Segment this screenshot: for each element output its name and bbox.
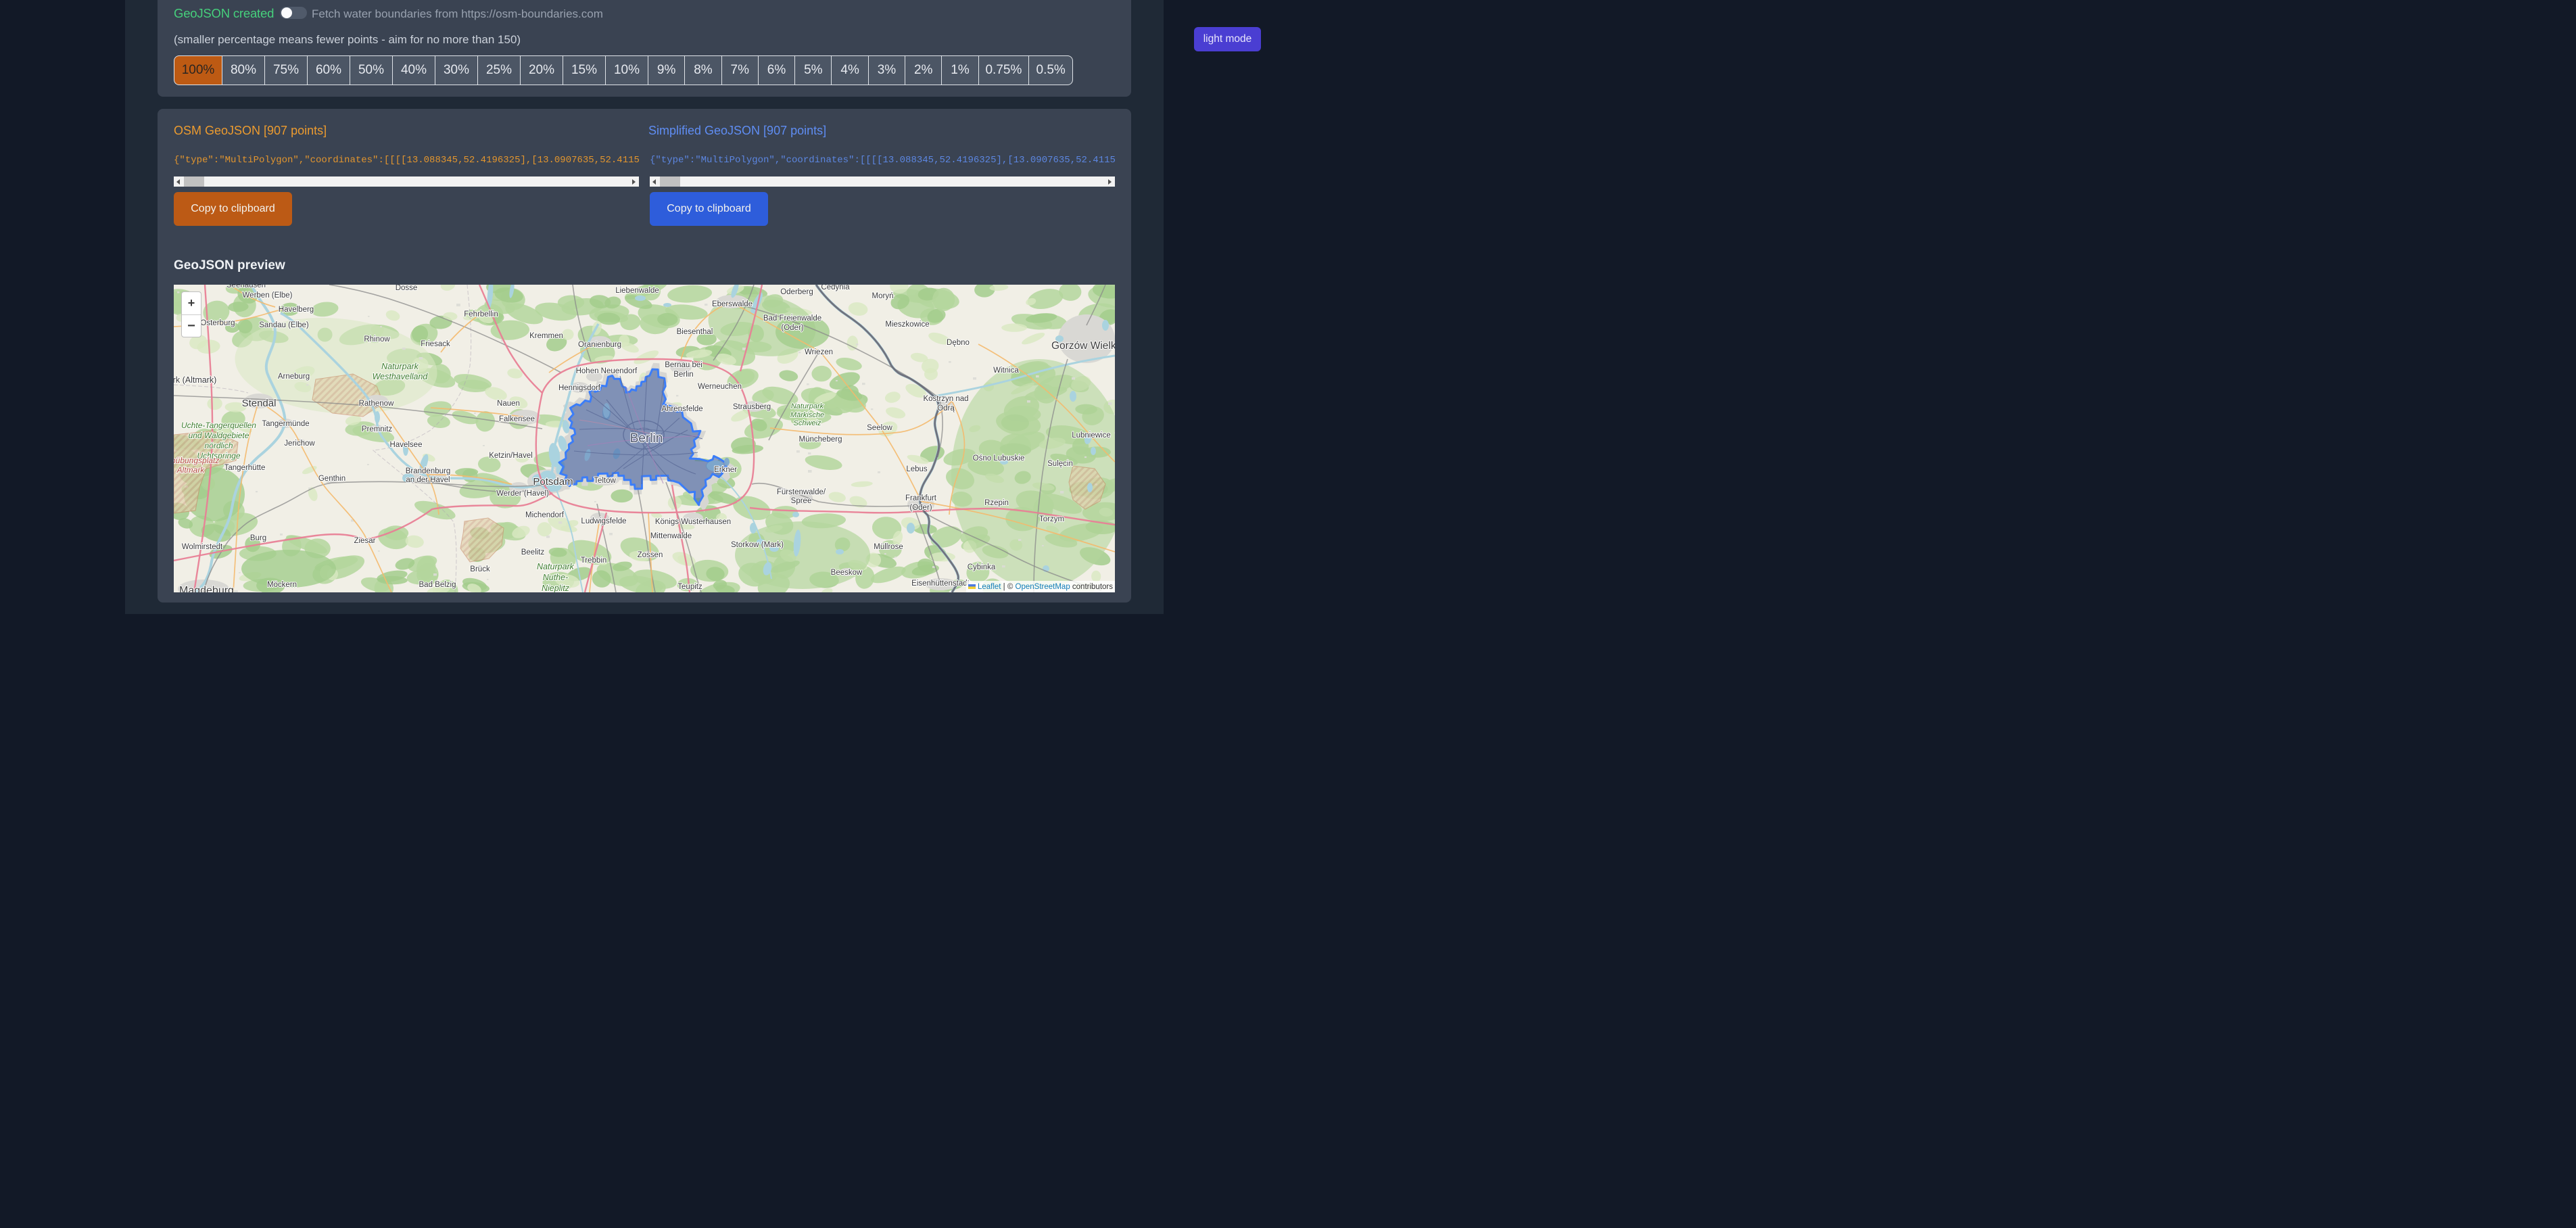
svg-text:Stendal: Stendal	[242, 398, 277, 409]
svg-text:Jerichow: Jerichow	[284, 440, 315, 448]
svg-text:und Waldgebiete: und Waldgebiete	[189, 431, 249, 440]
svg-text:Kremmen: Kremmen	[529, 332, 563, 340]
svg-text:Witnica: Witnica	[993, 367, 1019, 375]
svg-text:Oderberg: Oderberg	[780, 288, 813, 296]
svg-text:Gorzów Wielkopolski: Gorzów Wielkopolski	[1051, 340, 1115, 352]
svg-text:Müllrose: Müllrose	[874, 543, 903, 551]
svg-text:Burg: Burg	[250, 534, 266, 542]
svg-text:Königs Wusterhausen: Königs Wusterhausen	[655, 518, 731, 526]
svg-text:an der Havel: an der Havel	[406, 476, 450, 484]
svg-text:Havelsee: Havelsee	[390, 441, 423, 449]
svg-text:Havelberg: Havelberg	[279, 306, 314, 314]
svg-text:Eberswalde: Eberswalde	[712, 300, 753, 308]
svg-text:Odrą: Odrą	[937, 404, 955, 412]
svg-text:Zossen: Zossen	[638, 551, 663, 559]
svg-text:Dosse: Dosse	[396, 285, 418, 292]
svg-text:Seehausen: Seehausen	[226, 285, 266, 289]
svg-text:(Oder): (Oder)	[909, 504, 932, 512]
svg-text:Lubniewice: Lubniewice	[1072, 431, 1111, 440]
svg-text:Wriezen: Wriezen	[805, 348, 833, 356]
svg-text:Ludwigsfelde: Ludwigsfelde	[581, 517, 626, 525]
svg-text:Spree: Spree	[791, 497, 812, 505]
svg-text:Osterburg: Osterburg	[200, 319, 235, 327]
svg-text:Mittenwalde: Mittenwalde	[650, 532, 692, 540]
svg-text:nördlich: nördlich	[204, 441, 233, 450]
svg-text:Premnitz: Premnitz	[362, 425, 393, 433]
svg-text:Bad Belzig: Bad Belzig	[419, 581, 456, 589]
svg-text:Friesack: Friesack	[421, 340, 450, 348]
svg-text:Berlin: Berlin	[630, 431, 663, 446]
svg-text:Ośno Lubuskie: Ośno Lubuskie	[973, 454, 1025, 463]
svg-text:Altmark: Altmark	[176, 465, 206, 475]
svg-text:Seelow: Seelow	[867, 424, 892, 432]
svg-text:Oranienburg: Oranienburg	[578, 341, 621, 349]
svg-text:Nuthe-: Nuthe-	[543, 573, 569, 582]
svg-text:Biesenthal: Biesenthal	[677, 328, 713, 336]
svg-text:Müncheberg: Müncheberg	[799, 435, 842, 444]
svg-text:Genthin: Genthin	[318, 475, 345, 483]
svg-text:Magdeburg: Magdeburg	[179, 585, 234, 592]
svg-text:Uchte-Tangerquellen: Uchte-Tangerquellen	[181, 421, 256, 430]
svg-text:Werben (Elbe): Werben (Elbe)	[243, 291, 293, 300]
svg-text:Hohen Neuendorf: Hohen Neuendorf	[576, 367, 638, 375]
svg-text:penübungsplatz: penübungsplatz	[174, 456, 219, 465]
svg-text:Schweiz: Schweiz	[794, 419, 821, 427]
svg-text:Brandenburg: Brandenburg	[406, 467, 451, 475]
svg-text:Mieszkowice: Mieszkowice	[885, 321, 929, 329]
svg-text:Storkow (Mark): Storkow (Mark)	[731, 541, 784, 549]
svg-text:Westhavelland: Westhavelland	[373, 372, 429, 381]
svg-text:Ketzin/Havel: Ketzin/Havel	[489, 452, 533, 460]
svg-text:Falkensee: Falkensee	[499, 415, 535, 423]
svg-text:Arneburg: Arneburg	[278, 373, 310, 381]
svg-text:Kostrzyn nad: Kostrzyn nad	[923, 395, 968, 403]
svg-text:(Oder): (Oder)	[781, 324, 803, 332]
svg-text:Fehrbellin: Fehrbellin	[464, 310, 498, 318]
svg-text:Moryń: Moryń	[872, 292, 894, 300]
svg-text:Erkner: Erkner	[714, 466, 737, 474]
svg-text:Bad Freienwalde: Bad Freienwalde	[763, 314, 821, 323]
svg-text:Naturpark: Naturpark	[381, 362, 419, 371]
svg-text:Frankfurt: Frankfurt	[905, 494, 937, 502]
svg-text:Strausberg: Strausberg	[733, 403, 771, 411]
svg-text:Naturpark: Naturpark	[537, 562, 575, 571]
svg-text:Teupitz: Teupitz	[677, 583, 702, 591]
svg-text:Hennigsdorf: Hennigsdorf	[558, 384, 601, 392]
svg-text:Nieplitz: Nieplitz	[542, 584, 570, 592]
svg-text:Bernau bei: Bernau bei	[665, 361, 702, 369]
svg-text:Dębno: Dębno	[947, 339, 970, 347]
svg-text:Beelitz: Beelitz	[521, 548, 545, 557]
svg-text:Torzym: Torzym	[1039, 515, 1064, 523]
svg-text:Eisenhüttenstadt: Eisenhüttenstadt	[911, 580, 970, 588]
svg-text:Möckern: Möckern	[267, 581, 297, 589]
svg-text:Märkische: Märkische	[790, 411, 824, 419]
svg-text:Tangermünde: Tangermünde	[262, 420, 309, 428]
svg-text:Beeskow: Beeskow	[831, 569, 863, 577]
svg-text:Cedynia: Cedynia	[821, 285, 850, 291]
svg-text:Sulęcin: Sulęcin	[1047, 460, 1073, 468]
svg-text:Ahrensfelde: Ahrensfelde	[661, 405, 702, 413]
svg-text:Fürstenwalde/: Fürstenwalde/	[777, 488, 826, 496]
svg-text:Trebbin: Trebbin	[581, 557, 607, 565]
svg-text:Sandau (Elbe): Sandau (Elbe)	[259, 321, 309, 329]
svg-text:Michendorf: Michendorf	[525, 511, 565, 519]
svg-text:Brück: Brück	[470, 565, 490, 573]
svg-text:Rathenow: Rathenow	[359, 400, 394, 408]
svg-text:Ziesar: Ziesar	[354, 537, 376, 545]
svg-text:Rzepin: Rzepin	[984, 499, 1009, 507]
svg-text:Werder (Havel): Werder (Havel)	[496, 490, 549, 498]
svg-text:Wolmirstedt: Wolmirstedt	[182, 543, 223, 551]
svg-text:Cybinka: Cybinka	[968, 563, 996, 571]
svg-text:Naturpark: Naturpark	[791, 402, 824, 410]
svg-text:Werneuchen: Werneuchen	[698, 383, 742, 391]
svg-text:Lebus: Lebus	[906, 465, 928, 473]
svg-text:Liebenwalde: Liebenwalde	[615, 287, 659, 295]
svg-text:Tangerhütte: Tangerhütte	[224, 464, 266, 472]
svg-text:Potsdam: Potsdam	[533, 476, 573, 488]
svg-text:Teltow: Teltow	[594, 477, 616, 485]
svg-text:Berlin: Berlin	[673, 371, 693, 379]
svg-text:Rhinow: Rhinow	[364, 335, 390, 344]
svg-text:Nauen: Nauen	[497, 400, 520, 408]
svg-text:ark (Altmark): ark (Altmark)	[174, 375, 216, 385]
